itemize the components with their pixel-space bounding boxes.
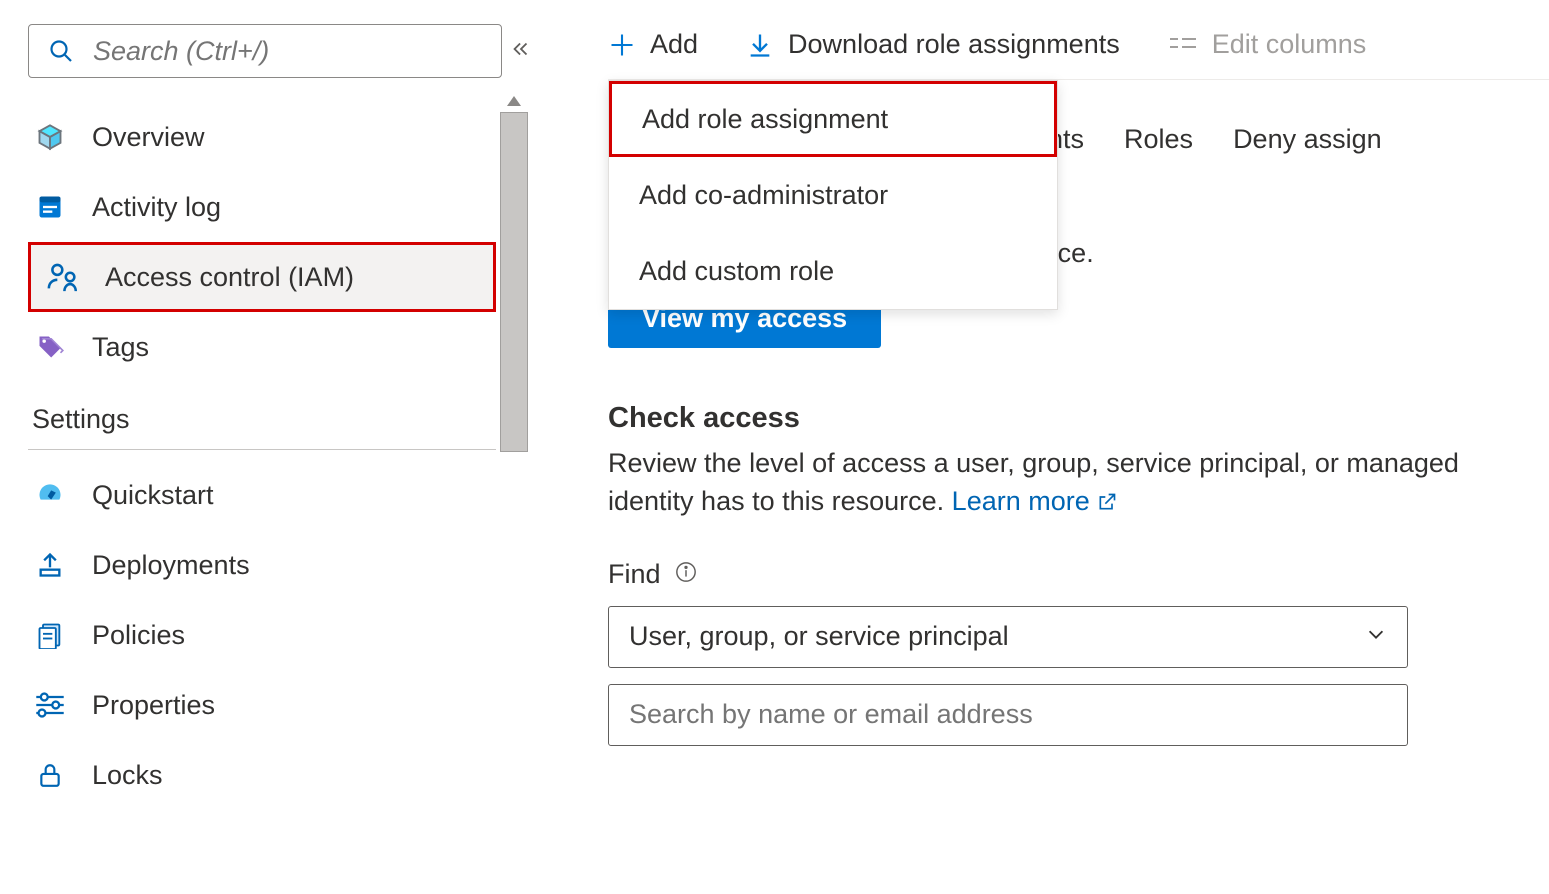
edit-columns-button[interactable]: Edit columns — [1168, 29, 1367, 60]
sidebar-nav: Overview Activity log Access control (IA… — [0, 0, 528, 894]
sidebar-item-quickstart[interactable]: Quickstart — [28, 460, 518, 530]
menu-item-label: Add role assignment — [642, 104, 888, 135]
toolbar-label: Download role assignments — [788, 29, 1120, 60]
tag-icon — [32, 333, 68, 361]
nav-label: Quickstart — [92, 480, 214, 511]
menu-item-add-role-assignment[interactable]: Add role assignment — [609, 81, 1057, 157]
sidebar-item-activity-log[interactable]: Activity log — [28, 172, 518, 242]
sidebar-item-policies[interactable]: Policies — [28, 600, 518, 670]
nav-label: Policies — [92, 620, 185, 651]
sidebar-item-access-control[interactable]: Access control (IAM) — [28, 242, 496, 312]
policies-icon — [32, 621, 68, 649]
add-dropdown-menu: Add role assignment Add co-administrator… — [608, 80, 1058, 310]
check-access-heading: Check access — [608, 402, 1549, 435]
download-button[interactable]: Download role assignments — [746, 29, 1120, 60]
nav-label: Tags — [92, 332, 149, 363]
toolbar-label: Edit columns — [1212, 29, 1367, 60]
learn-more-link[interactable]: Learn more — [952, 486, 1118, 516]
toolbar-label: Add — [650, 29, 698, 60]
properties-icon — [32, 691, 68, 719]
nav-label: Deployments — [92, 550, 250, 581]
external-link-icon — [1097, 492, 1117, 512]
menu-item-label: Add co-administrator — [639, 180, 888, 211]
sidebar-item-properties[interactable]: Properties — [28, 670, 518, 740]
nav-label: Overview — [92, 122, 205, 153]
identity-search-box[interactable] — [608, 684, 1408, 746]
columns-icon — [1168, 33, 1198, 57]
sidebar-item-overview[interactable]: Overview — [28, 102, 518, 172]
tab-roles[interactable]: Roles — [1124, 124, 1193, 155]
info-icon[interactable] — [675, 559, 697, 590]
identity-type-select[interactable]: User, group, or service principal — [608, 606, 1408, 668]
log-icon — [32, 193, 68, 221]
nav-label: Activity log — [92, 192, 221, 223]
quickstart-icon — [32, 481, 68, 509]
sidebar-item-tags[interactable]: Tags — [28, 312, 518, 382]
identity-search-input[interactable] — [629, 699, 1387, 730]
find-label: Find — [608, 559, 661, 590]
cube-icon — [32, 123, 68, 151]
lock-icon — [32, 761, 68, 789]
plus-icon — [608, 31, 636, 59]
sidebar-item-deployments[interactable]: Deployments — [28, 530, 518, 600]
tabs-bar: nts Roles Deny assign — [1048, 124, 1549, 155]
main-panel: Add Download role assignments Edit colum… — [528, 0, 1549, 894]
nav-label: Locks — [92, 760, 163, 791]
sidebar-item-locks[interactable]: Locks — [28, 740, 518, 810]
people-icon — [45, 260, 81, 294]
chevron-down-icon — [1365, 621, 1387, 652]
search-input[interactable] — [93, 36, 487, 67]
settings-section-heading: Settings — [28, 382, 496, 450]
select-value: User, group, or service principal — [629, 621, 1009, 652]
nav-label: Properties — [92, 690, 215, 721]
nav-label: Access control (IAM) — [105, 262, 354, 293]
download-icon — [746, 31, 774, 59]
command-bar: Add Download role assignments Edit colum… — [608, 0, 1549, 80]
deployments-icon — [32, 551, 68, 579]
scroll-thumb[interactable] — [500, 112, 528, 452]
search-box[interactable] — [28, 24, 502, 78]
sidebar-scrollbar[interactable] — [500, 90, 528, 894]
menu-item-label: Add custom role — [639, 256, 834, 287]
search-icon — [43, 39, 79, 63]
tab-deny-assignments-partial[interactable]: Deny assign — [1233, 124, 1382, 155]
add-button[interactable]: Add — [608, 29, 698, 60]
check-access-desc: Review the level of access a user, group… — [608, 445, 1478, 521]
scroll-up-icon[interactable] — [500, 90, 528, 112]
menu-item-add-custom-role[interactable]: Add custom role — [609, 233, 1057, 309]
menu-item-add-co-administrator[interactable]: Add co-administrator — [609, 157, 1057, 233]
